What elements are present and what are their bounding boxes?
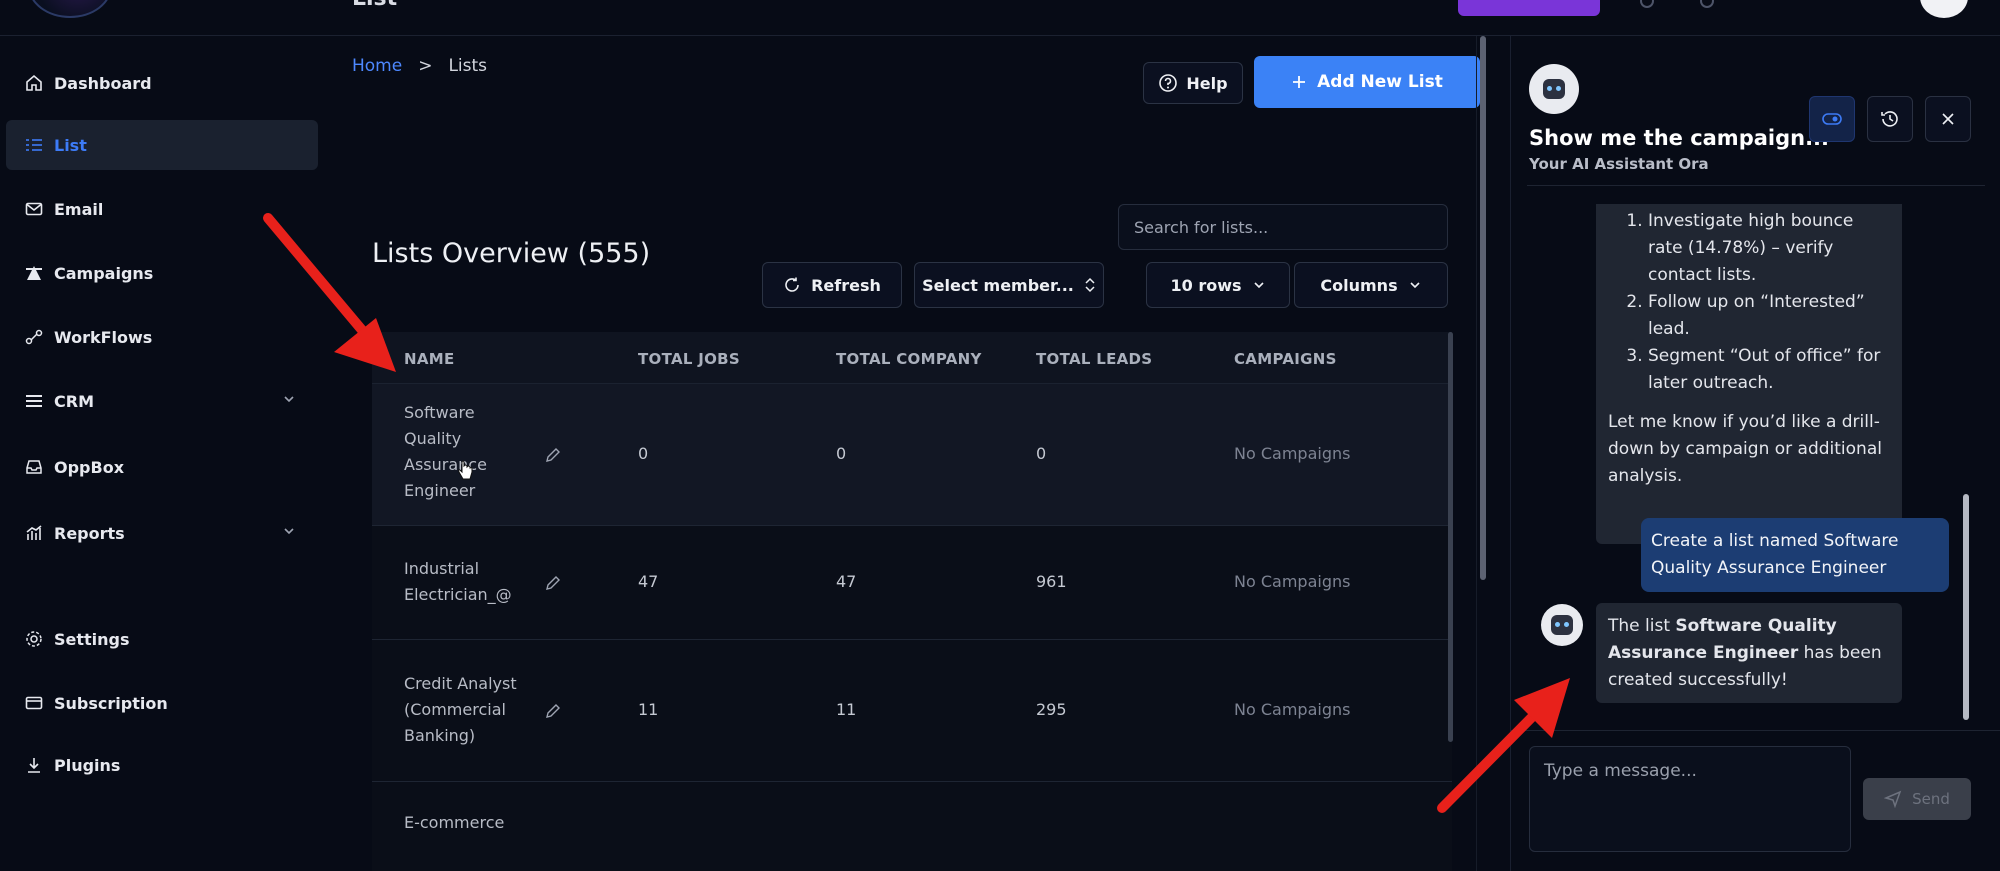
arrow-annotation-left: [263, 213, 396, 372]
annotation-arrows: [263, 213, 1570, 813]
arrow-annotation-right: [1437, 678, 1570, 813]
